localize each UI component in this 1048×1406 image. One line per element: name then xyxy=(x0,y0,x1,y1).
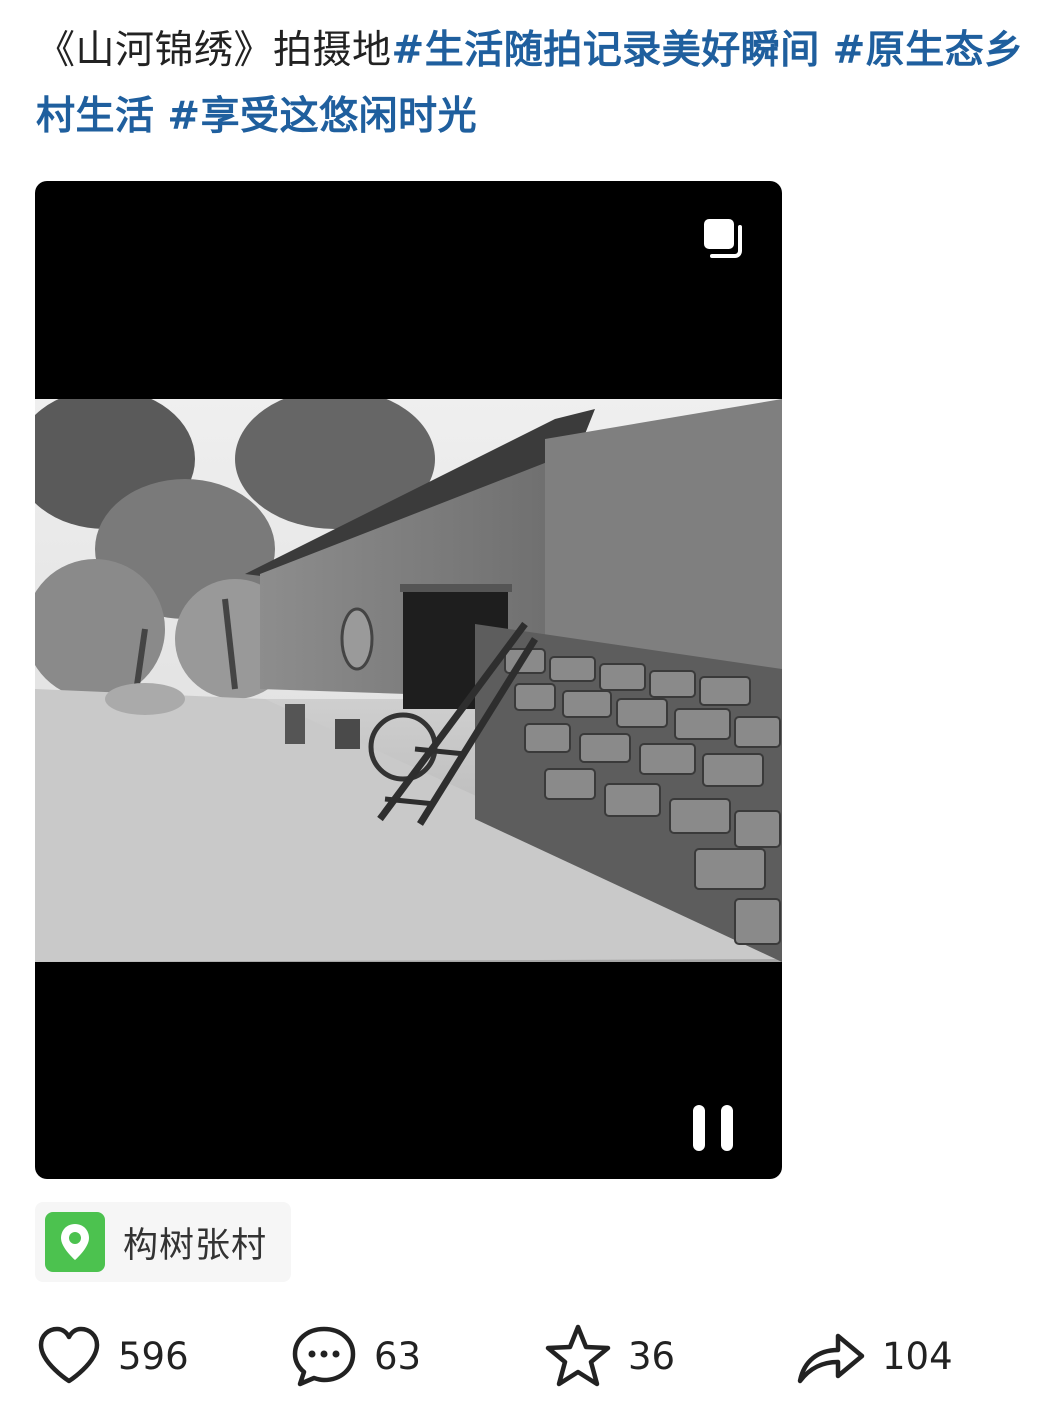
star-icon xyxy=(545,1324,611,1387)
post-title: 《山河锦绣》拍摄地 xyxy=(36,28,392,73)
location-label: 构树张村 xyxy=(123,1225,268,1266)
like-button[interactable]: 596 xyxy=(36,1318,189,1394)
pause-icon[interactable] xyxy=(690,1103,736,1153)
hashtag-link[interactable]: #享受这悠闲时光 xyxy=(167,94,477,139)
like-count: 596 xyxy=(118,1334,189,1378)
favorite-count: 36 xyxy=(628,1334,676,1378)
post-text: 《山河锦绣》拍摄地#生活随拍记录美好瞬间 #原生态乡村生活 #享受这悠闲时光 xyxy=(36,18,1036,150)
comment-button[interactable]: 63 xyxy=(290,1318,421,1394)
comment-count: 63 xyxy=(374,1334,422,1378)
share-arrow-icon xyxy=(797,1333,865,1384)
map-pin-icon xyxy=(45,1212,105,1272)
comment-bubble-icon xyxy=(292,1326,356,1387)
favorite-button[interactable]: 36 xyxy=(544,1318,675,1394)
share-count: 104 xyxy=(882,1334,953,1378)
multi-image-icon xyxy=(700,215,748,263)
hashtag-link[interactable]: #生活随拍记录美好瞬间 xyxy=(392,28,820,73)
heart-icon xyxy=(38,1326,100,1384)
media-viewer[interactable] xyxy=(35,181,782,1179)
location-tag[interactable]: 构树张村 xyxy=(35,1202,292,1282)
action-bar: 596 63 36 104 xyxy=(0,1318,1048,1394)
photo-village-house xyxy=(35,399,782,962)
share-button[interactable]: 104 xyxy=(796,1318,953,1394)
